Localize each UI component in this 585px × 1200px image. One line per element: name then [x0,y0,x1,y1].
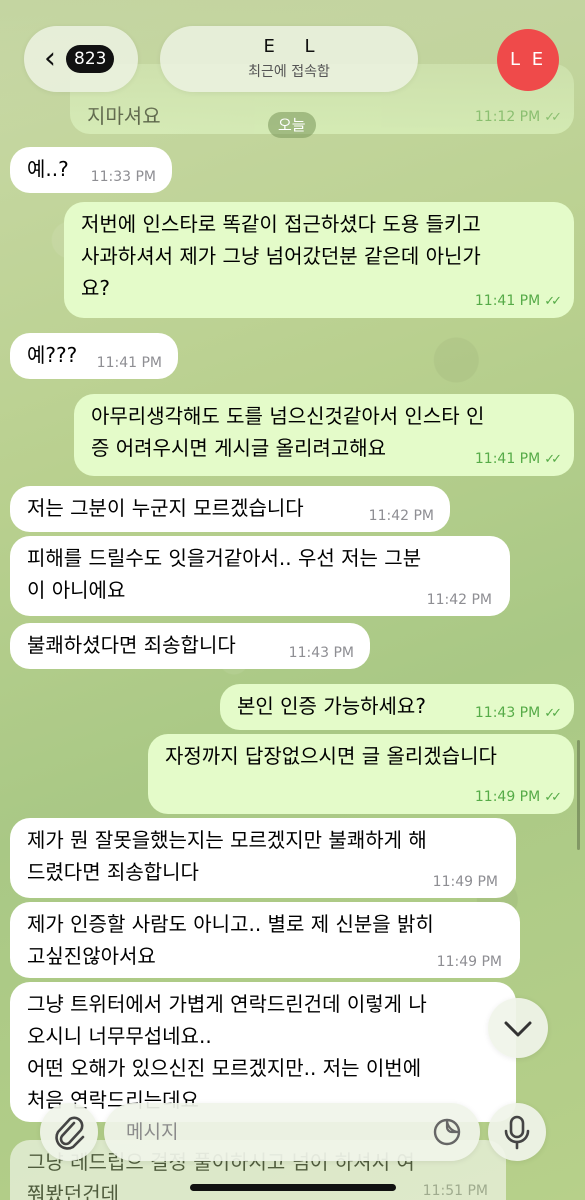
chat-name: E L [263,36,327,57]
message-time: 11:42 PM [426,592,492,608]
message-input[interactable] [126,1115,416,1149]
message-bubble-incoming[interactable]: 제가 인증할 사람도 아니고.. 별로 제 신분을 밝히 고싶진않아서요 11:… [10,902,520,978]
sticker-icon [433,1118,461,1146]
message-time: 11:43 PM [288,645,354,661]
microphone-icon [504,1115,530,1150]
message-text: 드렸다면 죄송합니다 [27,860,199,884]
unread-count-badge: 823 [66,45,115,73]
message-bubble-incoming[interactable]: 예..? 11:33 PM [10,147,172,193]
message-text: 제가 뭔 잘못을했는지는 모르겠지만 불쾌하게 해 [27,828,427,852]
chevron-left-icon: ‹ [44,41,56,76]
back-button[interactable]: ‹ 823 [24,26,138,92]
message-time: 11:49 PM [436,954,502,970]
read-receipt-icon: ✓✓ [544,452,562,467]
read-receipt-icon: ✓✓ [544,790,562,805]
message-bubble-outgoing[interactable]: 본인 인증 가능하세요? 11:43 PM ✓✓ [220,684,574,730]
chevron-down-icon [504,1021,532,1037]
home-indicator [190,1184,396,1191]
message-bubble-incoming[interactable]: 저는 그분이 누군지 모르겠습니다 11:42 PM [10,486,450,532]
message-text: 이 아니에요 [27,578,126,602]
message-text: 사과하셔서 제가 그냥 넘어갔던분 같은데 아닌가 [81,244,481,268]
message-time: 11:51 PM [422,1183,488,1199]
message-input-container[interactable] [104,1103,480,1161]
message-bubble-outgoing[interactable]: 저번에 인스타로 똑같이 접근하셨다 도용 들키고 사과하셔서 제가 그냥 넘어… [64,202,574,318]
message-text: 저번에 인스타로 똑같이 접근하셨다 도용 들키고 [81,212,481,236]
message-bubble-incoming[interactable]: 불쾌하셨다면 죄송합니다 11:43 PM [10,623,370,669]
message-bubble-incoming[interactable]: 제가 뭔 잘못을했는지는 모르겠지만 불쾌하게 해 드렸다면 죄송합니다 11:… [10,818,516,898]
message-bubble-outgoing[interactable]: 아무리생각해도 도를 넘으신것같아서 인스타 인 증 어려우시면 게시글 올리려… [74,394,574,476]
message-text: 어떤 오해가 있으신진 모르겠지만.. 저는 이번에 [27,1056,422,1080]
message-bubble-outgoing[interactable]: 자정까지 답장없으시면 글 올리겠습니다 11:49 PM ✓✓ [148,734,574,814]
message-text: 제가 인증할 사람도 아니고.. 별로 제 신분을 밝히 [27,912,434,936]
message-time: 11:12 PM ✓✓ [474,109,562,125]
message-time: 11:42 PM [368,508,434,524]
chat-status: 최근에 접속함 [248,64,330,80]
paperclip-icon [55,1116,85,1150]
attach-button[interactable] [40,1103,98,1161]
sticker-button[interactable] [430,1115,464,1149]
message-text: 자정까지 답장없으시면 글 올리겠습니다 [165,744,497,768]
message-text: 피해를 드릴수도 잇을거같아서.. 우선 저는 그분 [27,546,422,570]
voice-message-button[interactable] [488,1103,546,1161]
message-text: 그냥 트위터에서 가볍게 연락드린건데 이렇게 나 [27,992,427,1016]
message-time: 11:43 PM ✓✓ [474,705,562,721]
message-text: 아무리생각해도 도를 넘으신것같아서 인스타 인 [91,404,485,428]
message-time: 11:49 PM [432,874,498,890]
read-receipt-icon: ✓✓ [544,706,562,721]
message-text: 고싶진않아서요 [27,944,156,968]
chat-title-area[interactable]: E L 최근에 접속함 [160,26,418,92]
message-text: 오시니 너무무섭네요.. [27,1024,212,1048]
scrollbar[interactable] [577,740,580,850]
message-time: 11:33 PM [90,169,156,185]
message-time: 11:41 PM ✓✓ [474,293,562,309]
read-receipt-icon: ✓✓ [544,294,562,309]
message-bubble-incoming[interactable]: 그냥 트위터에서 가볍게 연락드린건데 이렇게 나 오시니 너무무섭네요.. 어… [10,982,516,1122]
date-separator: 오늘 [268,112,316,138]
avatar[interactable]: L E [497,29,559,91]
message-bubble-incoming[interactable]: 피해를 드릴수도 잇을거같아서.. 우선 저는 그분 이 아니에요 11:42 … [10,536,510,616]
message-time: 11:41 PM [96,355,162,371]
scroll-to-bottom-button[interactable] [488,998,548,1058]
message-time: 11:49 PM ✓✓ [474,789,562,805]
message-time: 11:41 PM ✓✓ [474,451,562,467]
message-bubble-incoming[interactable]: 예??? 11:41 PM [10,333,178,379]
read-receipt-icon: ✓✓ [544,110,562,125]
